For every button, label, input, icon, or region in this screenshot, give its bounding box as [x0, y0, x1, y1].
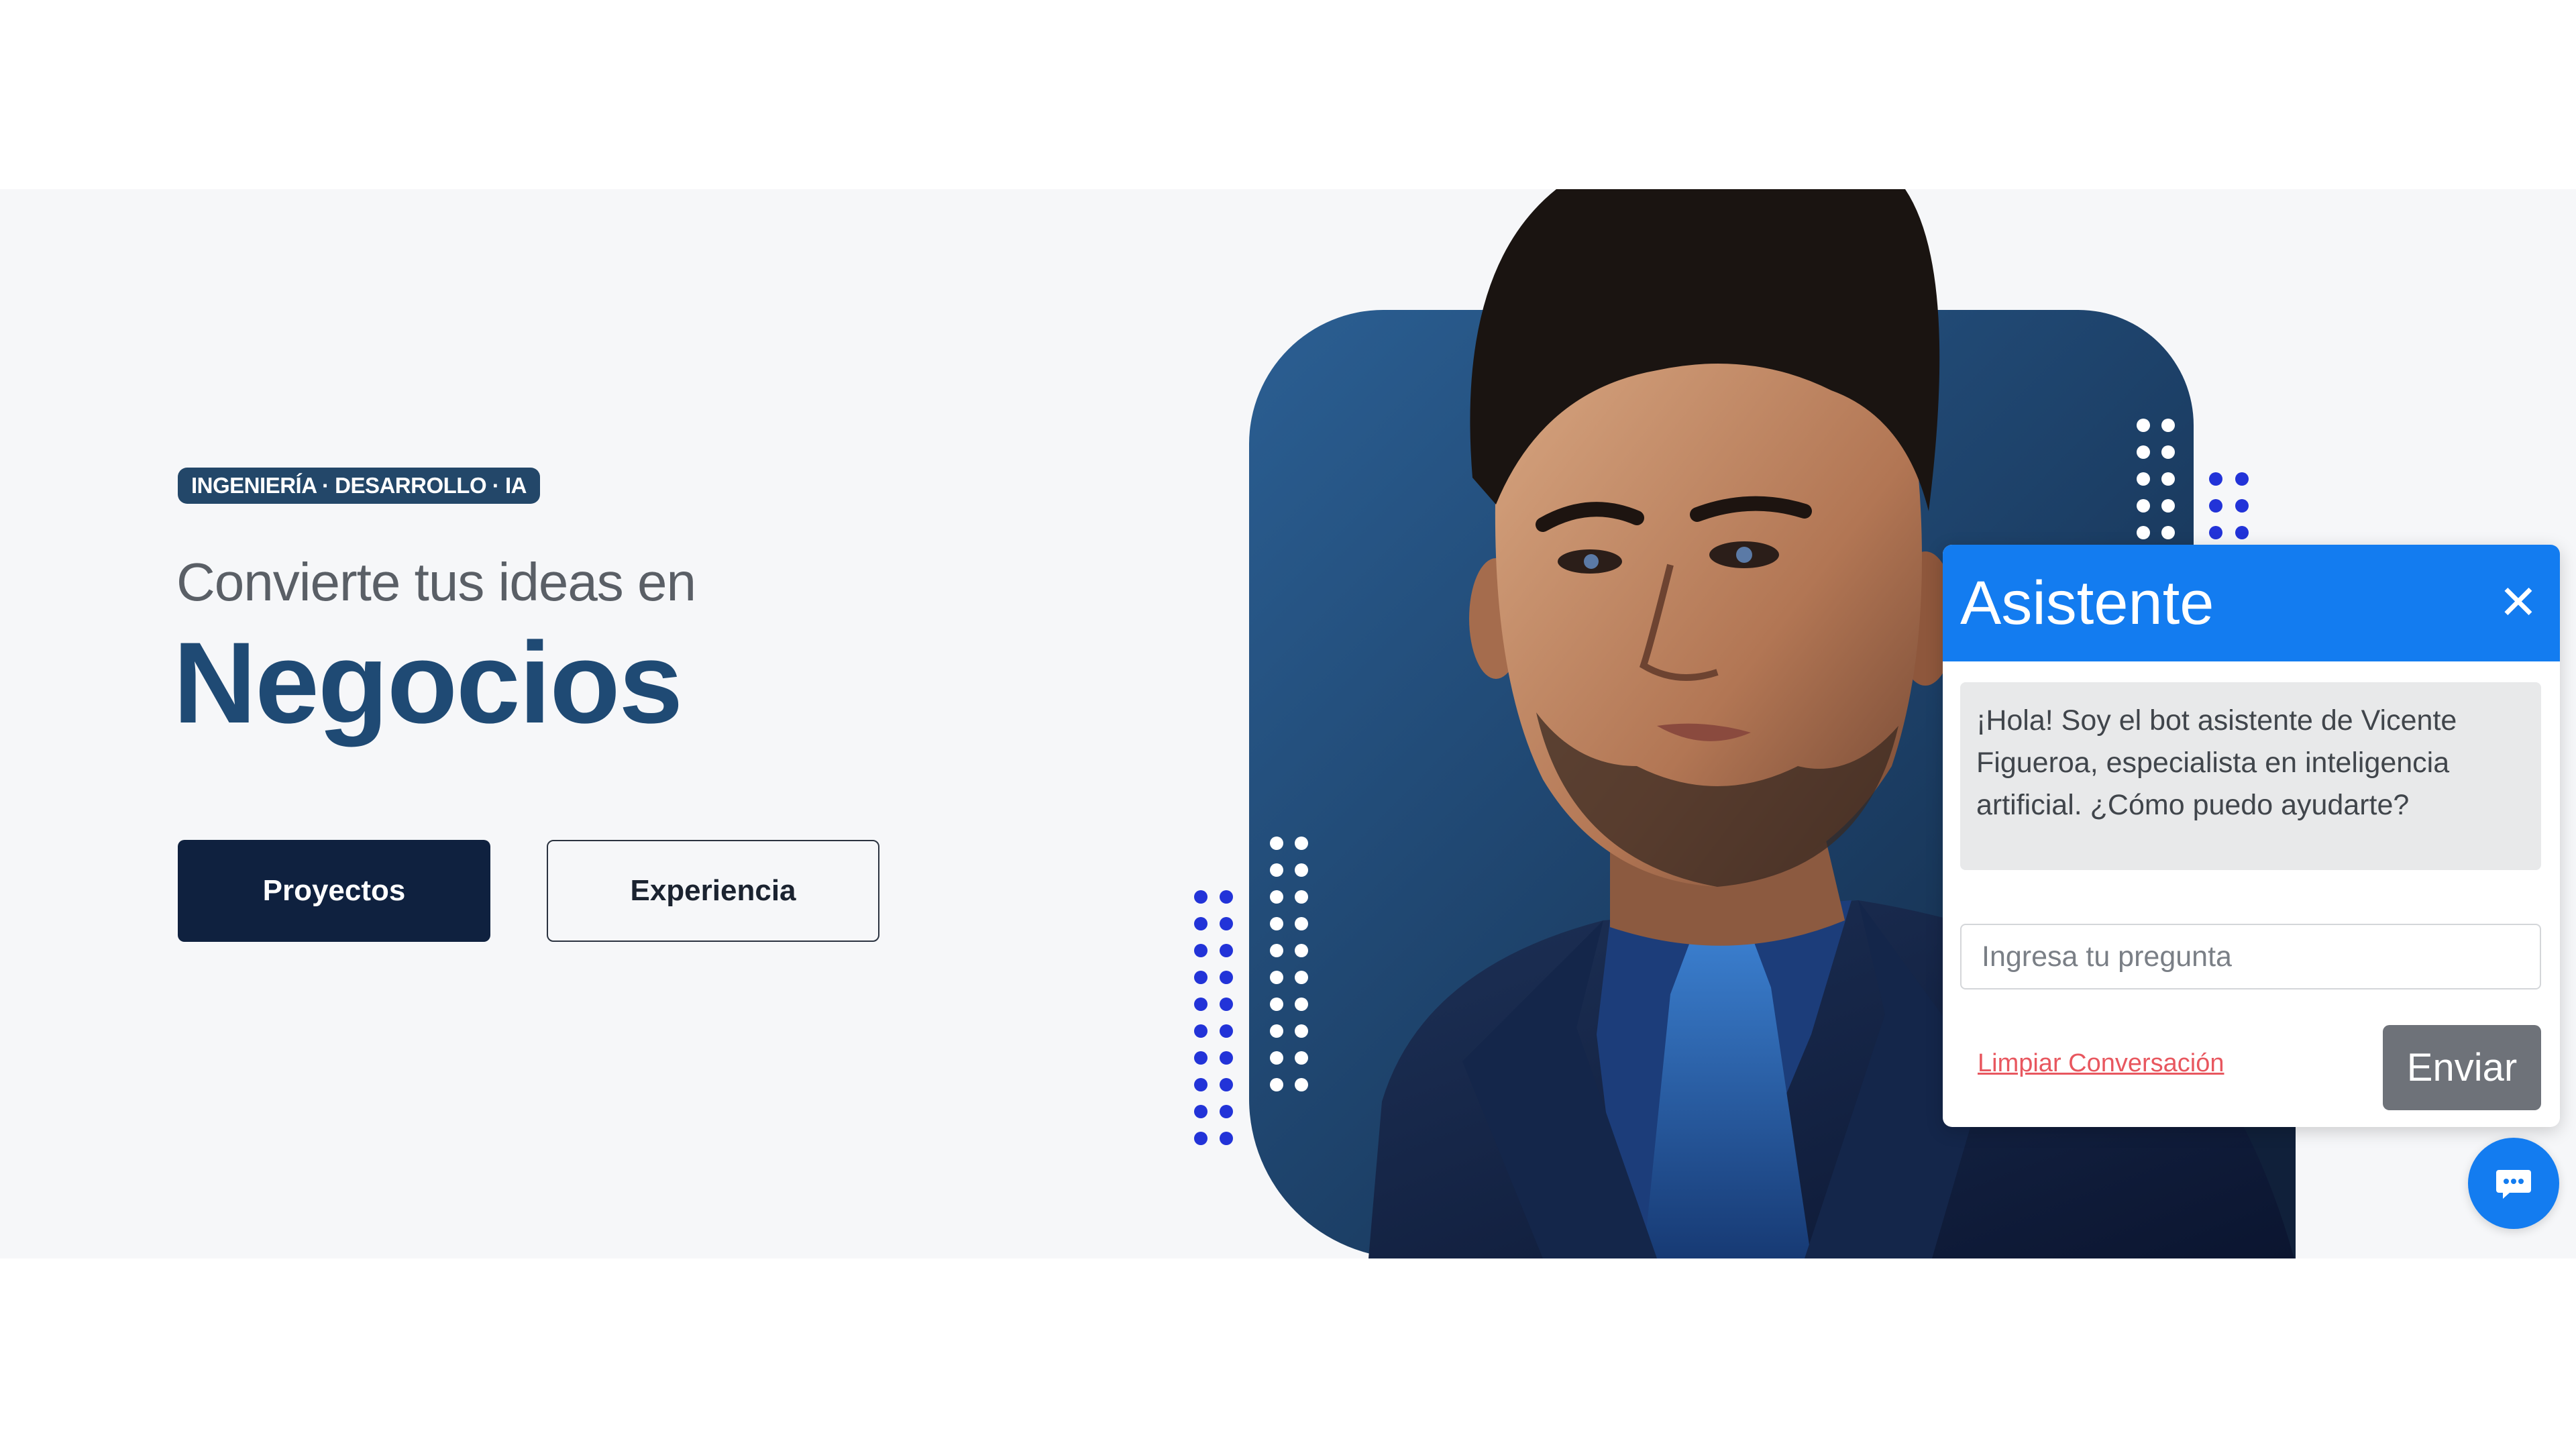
- chat-bubble-icon: [2496, 1170, 2531, 1199]
- projects-button[interactable]: Proyectos: [178, 840, 490, 942]
- send-button[interactable]: Enviar: [2383, 1025, 2541, 1110]
- experience-button[interactable]: Experiencia: [547, 840, 879, 942]
- question-input[interactable]: [1960, 924, 2541, 989]
- chat-header: Asistente ✕: [1943, 545, 2560, 661]
- chat-toggle-button[interactable]: [2468, 1138, 2559, 1229]
- hero-subtitle: Convierte tus ideas en: [176, 552, 696, 612]
- hero-title: Negocios: [173, 619, 683, 747]
- dot-grid-right-blue: [2209, 472, 2249, 539]
- chat-title: Asistente: [1960, 569, 2214, 637]
- chat-assistant-panel: Asistente ✕ ¡Hola! Soy el bot asistente …: [1943, 545, 2560, 1127]
- close-icon[interactable]: ✕: [2494, 578, 2542, 627]
- clear-conversation-link[interactable]: Limpiar Conversación: [1978, 1049, 2224, 1078]
- tagline-badge: INGENIERÍA · DESARROLLO · IA: [178, 468, 540, 504]
- dot-grid-left-blue: [1194, 890, 1233, 1145]
- bot-message: ¡Hola! Soy el bot asistente de Vicente F…: [1960, 682, 2541, 870]
